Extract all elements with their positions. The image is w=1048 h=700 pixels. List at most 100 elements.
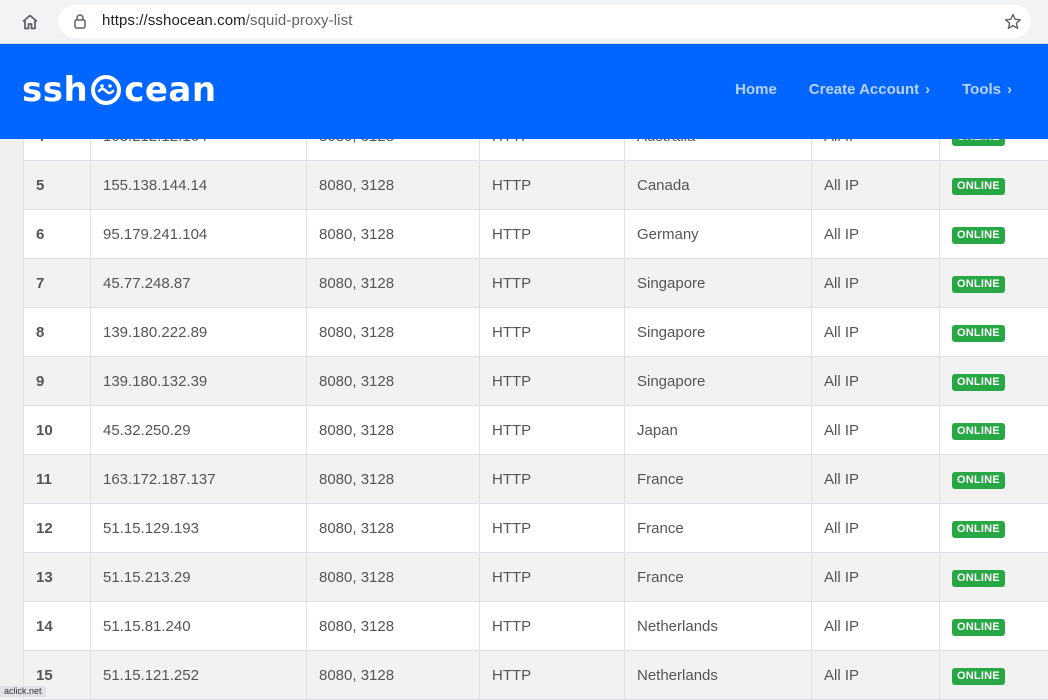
bookmark-star-icon[interactable] xyxy=(1003,12,1023,32)
access: All IP xyxy=(812,553,940,602)
url-text[interactable]: https://sshocean.com/squid-proxy-list xyxy=(102,12,352,29)
lock-icon[interactable] xyxy=(72,13,88,29)
table-row: 9139.180.132.398080, 3128HTTPSingaporeAl… xyxy=(24,357,1048,406)
access: All IP xyxy=(812,651,940,700)
proxy-type: HTTP xyxy=(480,308,625,357)
port: 8080, 3128 xyxy=(307,651,480,700)
status-badge: ONLINE xyxy=(952,521,1005,538)
ocean-logo-o-icon xyxy=(89,73,123,107)
proxy-type: HTTP xyxy=(480,259,625,308)
status-cell: ONLINE xyxy=(940,161,1048,210)
row-number: 6 xyxy=(24,210,91,259)
home-icon xyxy=(21,13,39,31)
status-badge: ONLINE xyxy=(952,178,1005,195)
status-badge: ONLINE xyxy=(952,570,1005,587)
status-cell: ONLINE xyxy=(940,259,1048,308)
ip-address: 45.77.248.87 xyxy=(91,259,307,308)
row-number: 10 xyxy=(24,406,91,455)
proxy-type: HTTP xyxy=(480,161,625,210)
proxy-type: HTTP xyxy=(480,504,625,553)
status-badge: ONLINE xyxy=(952,619,1005,636)
row-number: 11 xyxy=(24,455,91,504)
access: All IP xyxy=(812,602,940,651)
country: Netherlands xyxy=(625,602,812,651)
row-number: 12 xyxy=(24,504,91,553)
nav-home[interactable]: Home xyxy=(735,81,777,98)
row-number: 8 xyxy=(24,308,91,357)
proxy-type: HTTP xyxy=(480,553,625,602)
proxy-type: HTTP xyxy=(480,602,625,651)
table-row: 1351.15.213.298080, 3128HTTPFranceAll IP… xyxy=(24,553,1048,602)
status-badge: ONLINE xyxy=(952,472,1005,489)
status-cell: ONLINE xyxy=(940,406,1048,455)
access: All IP xyxy=(812,406,940,455)
table-row: 11163.172.187.1378080, 3128HTTPFranceAll… xyxy=(24,455,1048,504)
country: Singapore xyxy=(625,357,812,406)
country: Japan xyxy=(625,406,812,455)
row-number: 7 xyxy=(24,259,91,308)
proxy-table-container: 4 103.212.12.164 8080, 3128 HTTP Austral… xyxy=(23,111,1048,700)
port: 8080, 3128 xyxy=(307,357,480,406)
country: Singapore xyxy=(625,259,812,308)
access: All IP xyxy=(812,161,940,210)
ip-address: 51.15.81.240 xyxy=(91,602,307,651)
status-badge: ONLINE xyxy=(952,227,1005,244)
access: All IP xyxy=(812,357,940,406)
proxy-type: HTTP xyxy=(480,455,625,504)
home-button[interactable] xyxy=(14,8,46,36)
url-path: /squid-proxy-list xyxy=(246,12,353,29)
table-row: 745.77.248.878080, 3128HTTPSingaporeAll … xyxy=(24,259,1048,308)
country: France xyxy=(625,455,812,504)
proxy-type: HTTP xyxy=(480,210,625,259)
url-host: https://sshocean.com xyxy=(102,12,246,29)
logo-text-left: ssh xyxy=(22,70,88,110)
access: All IP xyxy=(812,504,940,553)
proxy-type: HTTP xyxy=(480,651,625,700)
port: 8080, 3128 xyxy=(307,259,480,308)
port: 8080, 3128 xyxy=(307,602,480,651)
nav-tools[interactable]: Tools › xyxy=(962,81,1012,98)
address-bar[interactable]: https://sshocean.com/squid-proxy-list xyxy=(58,5,1031,38)
port: 8080, 3128 xyxy=(307,210,480,259)
main-nav: Home Create Account › Tools › xyxy=(735,81,1012,98)
status-cell: ONLINE xyxy=(940,602,1048,651)
nav-create-account[interactable]: Create Account › xyxy=(809,81,930,98)
country: Canada xyxy=(625,161,812,210)
access: All IP xyxy=(812,455,940,504)
row-number: 14 xyxy=(24,602,91,651)
ip-address: 45.32.250.29 xyxy=(91,406,307,455)
status-cell: ONLINE xyxy=(940,210,1048,259)
status-cell: ONLINE xyxy=(940,308,1048,357)
port: 8080, 3128 xyxy=(307,406,480,455)
status-bar-url: aclick.net xyxy=(0,686,46,697)
proxy-table: 4 103.212.12.164 8080, 3128 HTTP Austral… xyxy=(23,111,1048,700)
access: All IP xyxy=(812,259,940,308)
table-row: 1251.15.129.1938080, 3128HTTPFranceAll I… xyxy=(24,504,1048,553)
status-cell: ONLINE xyxy=(940,504,1048,553)
table-row: 5155.138.144.148080, 3128HTTPCanadaAll I… xyxy=(24,161,1048,210)
ip-address: 51.15.129.193 xyxy=(91,504,307,553)
nav-tools-label: Tools xyxy=(962,81,1001,98)
ip-address: 139.180.222.89 xyxy=(91,308,307,357)
country: Germany xyxy=(625,210,812,259)
port: 8080, 3128 xyxy=(307,553,480,602)
nav-create-account-label: Create Account xyxy=(809,81,919,98)
site-logo[interactable]: ssh cean xyxy=(22,70,217,110)
chevron-right-icon: › xyxy=(1007,81,1012,98)
browser-toolbar: https://sshocean.com/squid-proxy-list xyxy=(0,0,1048,44)
logo-text-right: cean xyxy=(124,70,216,110)
status-badge: ONLINE xyxy=(952,374,1005,391)
country: France xyxy=(625,553,812,602)
table-row: 1551.15.121.2528080, 3128HTTPNetherlands… xyxy=(24,651,1048,700)
status-badge: ONLINE xyxy=(952,276,1005,293)
country: Singapore xyxy=(625,308,812,357)
chevron-right-icon: › xyxy=(925,81,930,98)
status-badge: ONLINE xyxy=(952,325,1005,342)
table-row: 695.179.241.1048080, 3128HTTPGermanyAll … xyxy=(24,210,1048,259)
ip-address: 95.179.241.104 xyxy=(91,210,307,259)
country: Netherlands xyxy=(625,651,812,700)
status-badge: ONLINE xyxy=(952,423,1005,440)
ip-address: 51.15.121.252 xyxy=(91,651,307,700)
port: 8080, 3128 xyxy=(307,308,480,357)
proxy-type: HTTP xyxy=(480,406,625,455)
